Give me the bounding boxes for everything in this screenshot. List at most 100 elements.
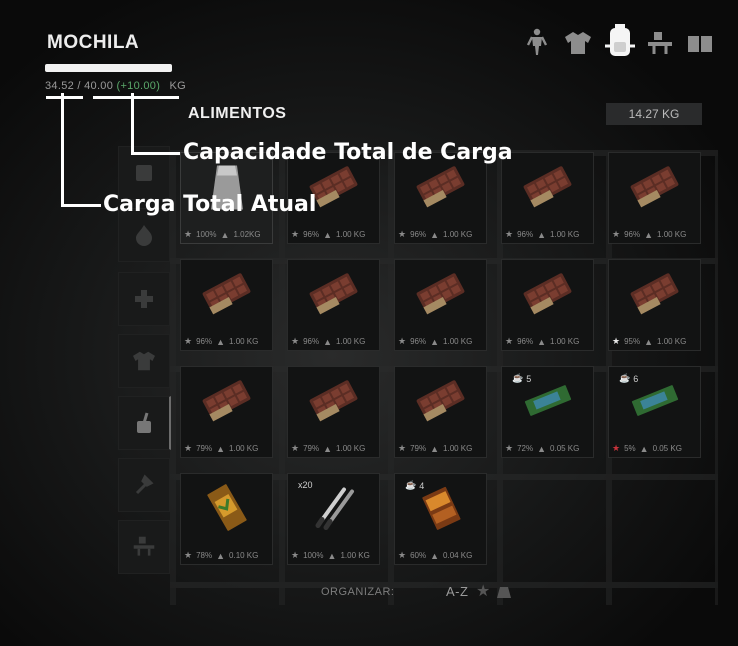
chocolate-icon [413,163,469,216]
weight-icon: ▲ [327,550,337,561]
sidebar-tab-materials[interactable] [118,520,170,574]
weight-icon: ▲ [537,336,547,347]
item-condition: 5% [624,444,636,453]
item-stats: ★ 72% ▲ 0.05 KG [505,443,590,454]
item-condition: 96% [196,337,213,346]
inventory-slot[interactable]: ★ 96% ▲ 1.00 KG [608,152,701,244]
annotation-current: Carga Total Atual [103,192,317,217]
weight-icon: ▲ [430,443,440,454]
sort-az-button[interactable]: A-Z [446,584,468,599]
annotation-line-capacity [131,93,134,155]
weight-icon: ▲ [537,443,547,454]
item-stats: ★ 79% ▲ 1.00 KG [291,443,376,454]
inventory-slot[interactable]: ★ 96% ▲ 1.00 KG [180,259,273,351]
sidebar-tab-tools[interactable] [118,458,170,512]
inventory-slot[interactable]: ★ 96% ▲ 1.00 KG [394,152,487,244]
annotation-underline-capacity [93,96,179,99]
chocolate-icon [627,270,683,323]
weight-icon: ▲ [644,336,654,347]
item-weight: 1.00 KG [443,230,473,239]
calorie-tag: ☕ 6 [619,373,638,384]
sidebar-tab-food[interactable] [118,396,171,450]
inventory-slot[interactable]: ★ 78% ▲ 0.10 KG [180,473,273,565]
inventory-slot[interactable]: ★ 96% ▲ 1.00 KG [501,259,594,351]
condition-star-icon: ★ [184,336,193,346]
item-condition: 96% [517,230,534,239]
inventory-slot[interactable]: ★ 96% ▲ 1.00 KG [501,152,594,244]
item-condition: 78% [196,551,213,560]
inventory-slot[interactable]: ★ 79% ▲ 1.00 KG [287,366,380,458]
stack-count: x20 [298,480,313,490]
item-weight: 1.00 KG [657,337,687,346]
weight-icon: ▲ [537,229,547,240]
calorie-tag-value: 4 [419,480,425,491]
item-weight: 1.00 KG [229,444,259,453]
inventory-slot[interactable]: ☕ 5 ★ 72% ▲ 0.05 KG [501,366,594,458]
item-condition: 60% [410,551,427,560]
item-condition: 95% [624,337,641,346]
item-weight: 0.05 KG [652,444,682,453]
weight-icon: ▲ [323,229,333,240]
item-weight: 1.00 KG [340,551,370,560]
item-stats: ★ 60% ▲ 0.04 KG [398,550,483,561]
item-stats: ★ 5% ▲ 0.05 KG [612,443,697,454]
item-weight: 1.00 KG [550,337,580,346]
weight-icon: ▲ [323,336,333,347]
inventory-slot[interactable]: ★ 79% ▲ 1.00 KG [180,366,273,458]
item-weight: 1.00 KG [443,337,473,346]
inventory-slot[interactable]: ☕ 4 ★ 60% ▲ 0.04 KG [394,473,487,565]
condition-star-icon: ★ [398,229,407,239]
item-weight: 1.00 KG [336,444,366,453]
weight-icon: ▲ [220,229,230,240]
clothing-icon[interactable] [564,30,592,61]
capacity-weight: 40.00 [84,80,114,92]
crafting-icon[interactable] [646,32,674,61]
inventory-slot[interactable]: ☕ 6 ★ 5% ▲ 0.05 KG [608,366,701,458]
condition-star-icon: ★ [505,443,514,453]
inventory-slot[interactable]: ★ 96% ▲ 1.00 KG [394,259,487,351]
condition-star-icon: ★ [291,550,300,560]
condition-star-icon: ★ [612,336,621,346]
cup-icon: ☕ [512,373,524,383]
weight-icon: ▲ [430,229,440,240]
backpack-icon[interactable] [605,22,635,65]
weight-icon: ▲ [216,550,226,561]
chocolate-icon [306,270,362,323]
item-stats: ★ 78% ▲ 0.10 KG [184,550,269,561]
weight-separator: / [77,80,81,92]
condition-star-icon: ★ [505,229,514,239]
item-condition: 100% [303,551,324,560]
chocolate-icon [520,163,576,216]
item-stats: ★ 96% ▲ 1.00 KG [398,336,483,347]
weight-unit: KG [169,80,187,92]
inventory-slot[interactable]: ★ 96% ▲ 1.00 KG [287,259,380,351]
condition-star-icon: ★ [398,550,407,560]
inventory-slot[interactable]: x20 ★ 100% ▲ 1.00 KG [287,473,380,565]
title-underline [45,64,172,72]
item-condition: 79% [196,444,213,453]
item-weight: 1.00 KG [229,337,259,346]
item-weight: 0.10 KG [229,551,259,560]
sidebar-tab-first-aid[interactable] [118,272,170,326]
bar-green-icon [520,381,576,426]
item-stats: ★ 96% ▲ 1.00 KG [398,229,483,240]
sort-condition-star-icon[interactable]: ★ [476,581,491,601]
item-stats: ★ 100% ▲ 1.00 KG [291,550,376,561]
sidebar-tab-clothing[interactable] [118,334,170,388]
condition-star-icon: ★ [398,443,407,453]
sort-weight-icon[interactable] [496,583,512,604]
condition-star-icon: ★ [184,443,193,453]
inventory-slot[interactable]: ★ 79% ▲ 1.00 KG [394,366,487,458]
inventory-slot[interactable]: ★ 95% ▲ 1.00 KG [608,259,701,351]
item-stats: ★ 79% ▲ 1.00 KG [184,443,269,454]
item-stats: ★ 100% ▲ 1.02KG [184,229,269,240]
item-condition: 96% [624,230,641,239]
item-stats: ★ 96% ▲ 1.00 KG [291,336,376,347]
weight-readout: 34.52 / 40.00 (+10.00) KG [45,80,186,92]
sort-label: ORGANIZAR: [321,586,395,598]
condition-star-icon: ★ [184,229,193,239]
player-status-icon[interactable] [526,28,554,58]
journal-icon[interactable] [686,34,714,59]
weight-icon: ▲ [639,443,649,454]
candy-icon [202,483,252,538]
